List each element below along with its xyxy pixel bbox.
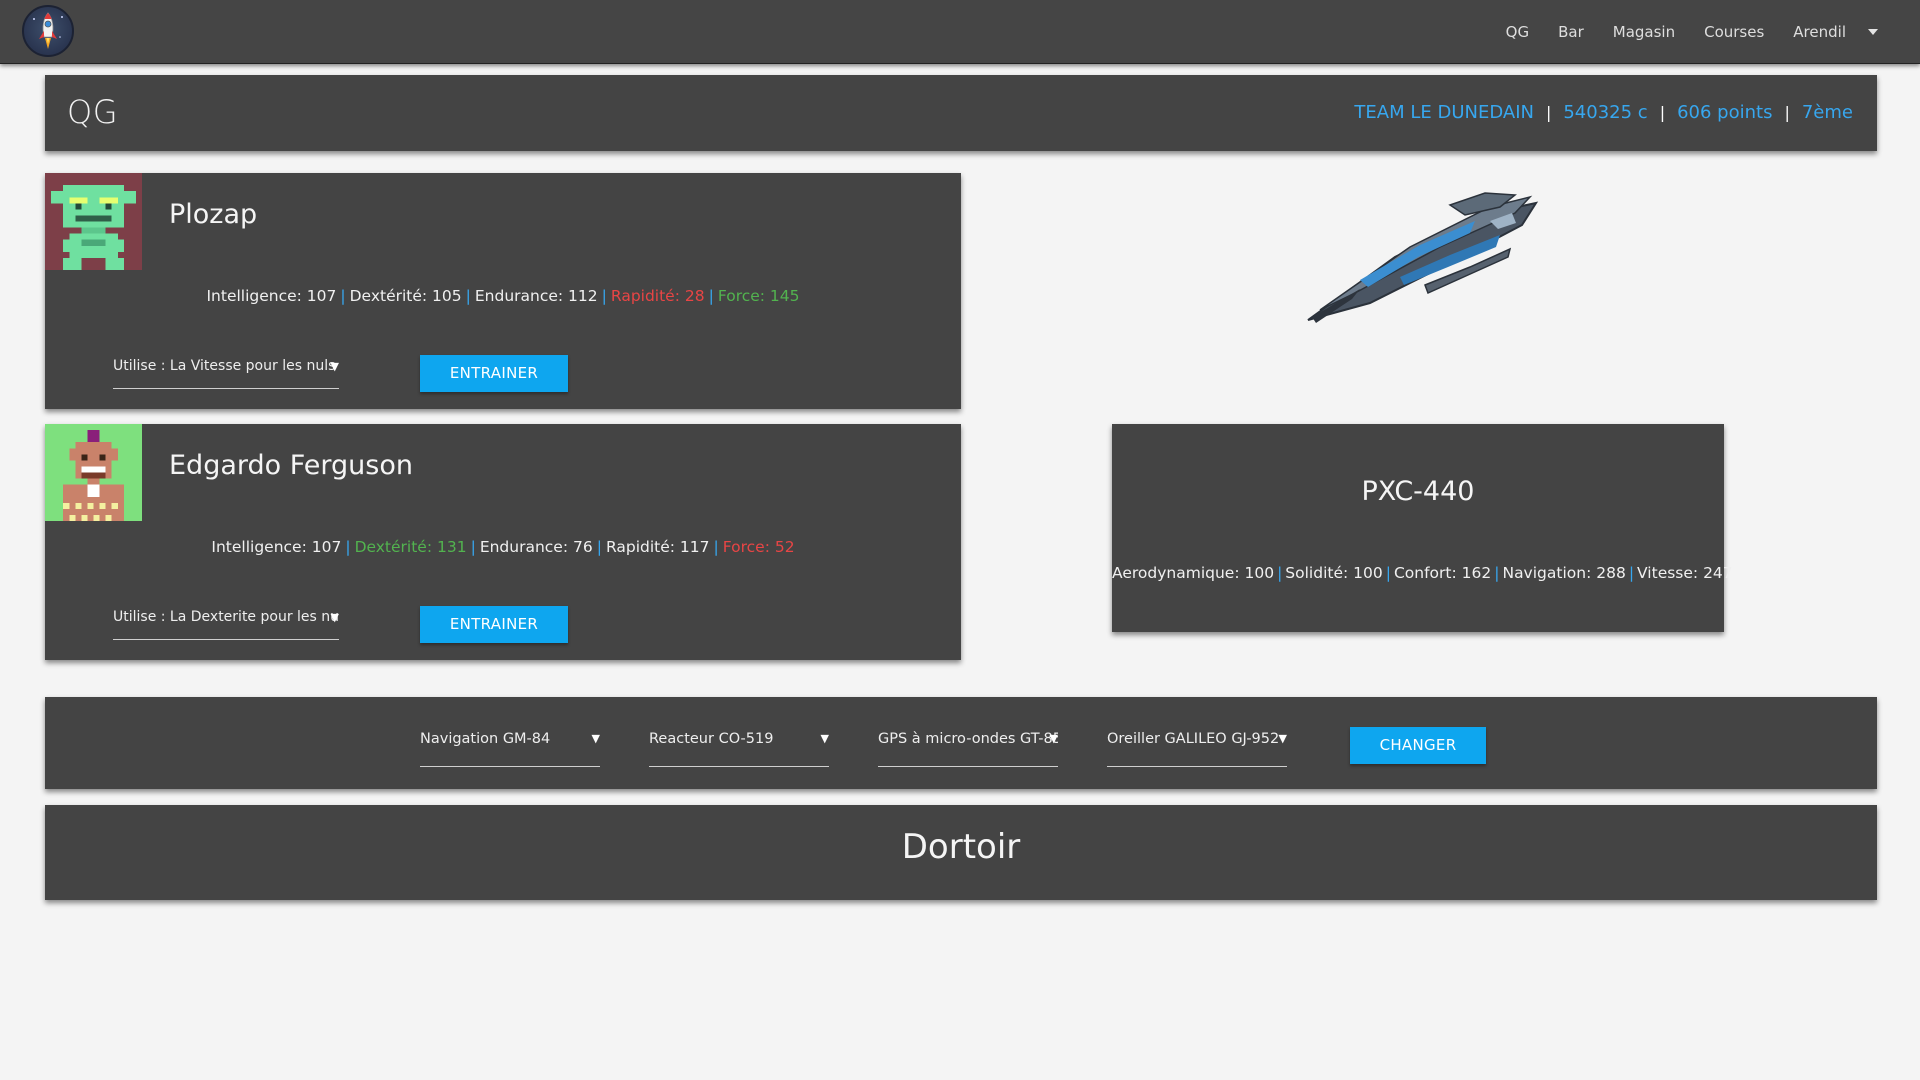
green-alien-avatar-icon xyxy=(45,173,142,270)
stat-endurance: Endurance: 112 xyxy=(474,287,598,305)
pillow-select[interactable]: Oreiller GALILEO GJ-952 ▼ xyxy=(1107,731,1287,767)
stat-dexterite: Dextérité: 105 xyxy=(349,287,462,305)
gps-select[interactable]: GPS à micro-ondes GT-85 ▼ xyxy=(878,731,1058,767)
train-button[interactable]: ENTRAINER xyxy=(420,606,568,643)
stat-dexterite: Dextérité: 131 xyxy=(354,538,467,556)
select-value: GPS à micro-ondes GT-85 xyxy=(878,731,1058,747)
separator: | xyxy=(1659,103,1666,122)
select-value: Utilise : La Vitesse pour les nuls xyxy=(113,358,336,374)
separator: | xyxy=(1628,564,1635,582)
nav-link-courses[interactable]: Courses xyxy=(1704,23,1764,41)
team-name[interactable]: TEAM LE DUNEDAIN xyxy=(1354,102,1534,123)
dropdown-arrow-icon: ▼ xyxy=(1049,732,1058,745)
page-title: QG xyxy=(67,93,118,131)
separator: | xyxy=(465,287,471,305)
header-panel: QG TEAM LE DUNEDAIN | 540325 c | 606 poi… xyxy=(45,75,1877,151)
ship-stats: Aerodynamique: 100 | Solidité: 100 | Confort… xyxy=(1112,564,1733,582)
separator: | xyxy=(1385,564,1391,582)
nav-link-magasin[interactable]: Magasin xyxy=(1613,23,1675,41)
nav-link-bar[interactable]: Bar xyxy=(1558,23,1584,41)
stat-vitesse: Vitesse: 247 xyxy=(1637,564,1733,582)
equipment-panel: Navigation GM-84 ▼ Reacteur CO-519 ▼ GPS… xyxy=(45,697,1877,789)
spaceship-icon xyxy=(1300,185,1540,330)
separator: | xyxy=(1545,103,1552,122)
stat-force: Force: 52 xyxy=(722,538,795,556)
separator: | xyxy=(713,538,719,556)
top-navbar: QG Bar Magasin Courses Arendil xyxy=(0,0,1920,64)
separator: | xyxy=(708,287,714,305)
dropdown-arrow-icon: ▼ xyxy=(330,611,339,624)
ship-panel: PXC-440 Aerodynamique: 100 | Solidité: 100… xyxy=(1112,424,1733,632)
pilot-stats: Intelligence: 107 | Dextérité: 105 | Enduran… xyxy=(45,287,961,305)
ship-name: PXC-440 xyxy=(1361,476,1475,507)
stat-navigation: Navigation: 288 xyxy=(1502,564,1626,582)
user-name: Arendil xyxy=(1793,23,1846,41)
separator: | xyxy=(1784,103,1790,122)
select-value: Utilise : La Dexterite pour les nuls xyxy=(113,609,339,625)
training-item-select[interactable]: Utilise : La Vitesse pour les nuls ▼ xyxy=(113,355,339,389)
pilot-stats: Intelligence: 107 | Dextérité: 131 | Enduran… xyxy=(45,538,961,556)
reactor-select[interactable]: Reacteur CO-519 ▼ xyxy=(649,731,829,767)
pilot-name: Plozap xyxy=(169,199,258,230)
separator: | xyxy=(345,538,351,556)
team-rank[interactable]: 7ème xyxy=(1802,102,1853,123)
stat-confort: Confort: 162 xyxy=(1393,564,1492,582)
select-value: Reacteur CO-519 xyxy=(649,731,774,747)
team-points[interactable]: 606 points xyxy=(1677,102,1772,123)
dropdown-arrow-icon: ▼ xyxy=(820,732,829,745)
stat-intelligence: Intelligence: 107 xyxy=(206,287,337,305)
separator: | xyxy=(1494,564,1500,582)
separator: | xyxy=(596,538,602,556)
pilot-card: Plozap Intelligence: 107 | Dextérité: 105 |… xyxy=(45,173,961,409)
team-stats: TEAM LE DUNEDAIN | 540325 c | 606 points… xyxy=(1354,102,1853,123)
separator: | xyxy=(470,538,476,556)
dorm-title: Dortoir xyxy=(901,827,1021,867)
dropdown-arrow-icon: ▼ xyxy=(591,732,600,745)
select-value: Oreiller GALILEO GJ-952 xyxy=(1107,731,1280,747)
pilot-card: Edgardo Ferguson Intelligence: 107 | Dexté… xyxy=(45,424,961,660)
nav-links: QG Bar Magasin Courses Arendil xyxy=(1477,0,1878,64)
stat-force: Force: 145 xyxy=(717,287,800,305)
train-button[interactable]: ENTRAINER xyxy=(420,355,568,392)
stat-solidite: Solidité: 100 xyxy=(1285,564,1383,582)
separator: | xyxy=(340,287,346,305)
caret-down-icon xyxy=(1868,29,1878,35)
dropdown-arrow-icon: ▼ xyxy=(1278,732,1287,745)
stat-rapidite: Rapidité: 117 xyxy=(605,538,710,556)
change-button[interactable]: CHANGER xyxy=(1350,727,1486,764)
dropdown-arrow-icon: ▼ xyxy=(330,360,339,373)
rocket-icon[interactable] xyxy=(22,5,74,57)
dorm-panel: Dortoir xyxy=(45,805,1877,900)
separator: | xyxy=(1277,564,1283,582)
nav-link-qg[interactable]: QG xyxy=(1506,23,1529,41)
training-item-select[interactable]: Utilise : La Dexterite pour les nuls ▼ xyxy=(113,606,339,640)
stat-aerodynamique: Aerodynamique: 100 xyxy=(1112,564,1275,582)
pilot-name: Edgardo Ferguson xyxy=(169,450,413,481)
user-menu[interactable]: Arendil xyxy=(1793,23,1878,41)
stat-intelligence: Intelligence: 107 xyxy=(211,538,342,556)
mohawk-pilot-avatar-icon xyxy=(45,424,142,521)
navigation-select[interactable]: Navigation GM-84 ▼ xyxy=(420,731,600,767)
stat-rapidite: Rapidité: 28 xyxy=(610,287,705,305)
separator: | xyxy=(601,287,607,305)
team-credits[interactable]: 540325 c xyxy=(1563,102,1647,123)
stat-endurance: Endurance: 76 xyxy=(479,538,593,556)
select-value: Navigation GM-84 xyxy=(420,731,551,747)
